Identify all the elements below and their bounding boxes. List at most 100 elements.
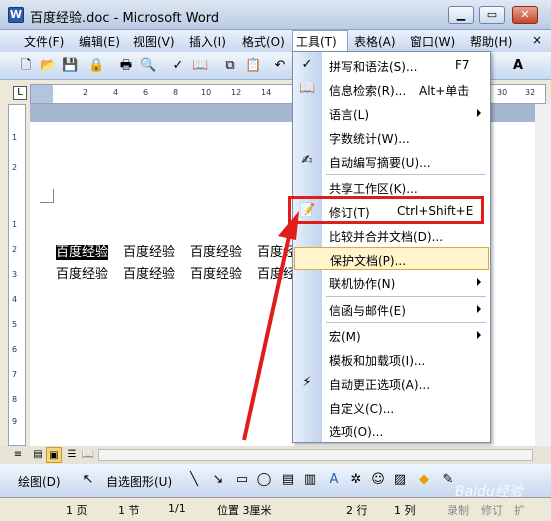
vertical-textbox-icon[interactable]: ▥	[302, 472, 318, 488]
menu-view[interactable]: 视图(V)	[131, 33, 177, 50]
menu-item-label: 自定义(C)...	[329, 402, 395, 416]
document-line-1[interactable]: 百度经验 百度经验 百度经验 百度经验	[56, 241, 324, 260]
menu-item-templates-addins[interactable]: 模板和加载项(I)...	[293, 348, 490, 371]
menu-item-label: 选项(O)...	[329, 425, 384, 439]
menu-item-protect-document[interactable]: 保护文档(P)...	[294, 247, 489, 270]
open-folder-icon[interactable]: 📂	[40, 58, 56, 74]
menu-item-research[interactable]: 📖 信息检索(R)... Alt+单击	[293, 78, 490, 101]
line-tool-icon[interactable]: ╲	[186, 472, 202, 488]
print-view-icon[interactable]: ▣	[46, 447, 62, 463]
font-size-icon[interactable]: A	[510, 58, 526, 74]
menu-window[interactable]: 窗口(W)	[408, 33, 457, 50]
select-objects-icon[interactable]: ↖	[80, 472, 96, 488]
ruler-tick: 32	[525, 88, 536, 97]
print-icon[interactable]: 🖶	[118, 58, 134, 74]
undo-icon[interactable]: ↶	[272, 58, 288, 74]
fill-color-icon[interactable]: ◆	[416, 472, 432, 488]
menu-tools[interactable]: 工具(T)	[292, 30, 348, 52]
vruler-tick: 3	[12, 270, 18, 279]
menu-separator	[326, 296, 486, 297]
menu-item-label: 模板和加载项(I)...	[329, 354, 426, 368]
minimize-button[interactable]: ▁	[448, 6, 474, 24]
web-view-icon[interactable]: ▤	[30, 447, 46, 463]
menu-item-autocorrect[interactable]: ⚡ 自动更正选项(A)...	[293, 372, 490, 395]
title-bar: W 百度经验.doc - Microsoft Word ▁ ▭ ✕	[0, 0, 551, 30]
diagram-icon[interactable]: ✲	[348, 472, 364, 488]
menu-item-shortcut: F7	[455, 58, 470, 72]
menu-item-autosummarize[interactable]: ✍ 自动编写摘要(U)...	[293, 150, 490, 173]
menu-item-customize[interactable]: 自定义(C)...	[293, 396, 490, 419]
maximize-button[interactable]: ▭	[479, 6, 505, 24]
document-line-2[interactable]: 百度经验 百度经验 百度经验 百度经验	[56, 263, 324, 282]
menu-help[interactable]: 帮助(H)	[468, 33, 514, 50]
vertical-ruler[interactable]: 1 2 1 2 3 4 5 6 7 8 9	[8, 104, 26, 446]
submenu-arrow-icon	[477, 331, 481, 339]
status-pages: 1/1	[168, 502, 186, 515]
textbox-tool-icon[interactable]: ▤	[280, 472, 296, 488]
menu-item-label: 保护文档(P)...	[330, 254, 407, 268]
normal-view-icon[interactable]: ≡	[10, 447, 26, 463]
line-color-icon[interactable]: ✎	[440, 472, 456, 488]
research-icon[interactable]: 📖	[192, 58, 208, 74]
menu-item-online-collaboration[interactable]: 联机协作(N)	[293, 271, 490, 294]
document-text[interactable]: 百度经验	[190, 245, 242, 260]
research-icon: 📖	[299, 81, 316, 96]
menu-item-shortcut: Alt+单击	[419, 84, 470, 98]
menu-item-spelling[interactable]: ✓ 拼写和语法(S)... F7	[293, 54, 490, 77]
autosummarize-icon: ✍	[301, 153, 313, 168]
reading-view-icon[interactable]: 📖	[80, 447, 96, 463]
tab-selector[interactable]: L	[13, 86, 27, 100]
menu-item-label: 联机协作(N)	[329, 277, 396, 291]
selected-text[interactable]: 百度经验	[56, 245, 109, 260]
arrow-tool-icon[interactable]: ↘	[210, 472, 226, 488]
document-text[interactable]: 百度经验	[123, 267, 175, 282]
oval-tool-icon[interactable]: ◯	[256, 472, 272, 488]
status-track-changes[interactable]: 修订	[481, 502, 503, 518]
permission-icon[interactable]: 🔒	[88, 58, 104, 74]
menu-item-language[interactable]: 语言(L)	[293, 102, 490, 125]
horizontal-scrollbar[interactable]	[98, 449, 533, 461]
menu-item-options[interactable]: 选项(O)...	[293, 419, 490, 442]
paste-icon[interactable]: 📋	[245, 58, 261, 74]
menu-item-label: 信息检索(R)...	[329, 84, 407, 98]
menu-item-word-count[interactable]: 字数统计(W)...	[293, 126, 490, 149]
document-text[interactable]: 百度经验	[190, 267, 242, 282]
menu-table[interactable]: 表格(A)	[352, 33, 398, 50]
menu-edit[interactable]: 编辑(E)	[77, 33, 122, 50]
menu-item-compare-merge[interactable]: 比较并合并文档(D)...	[293, 224, 490, 247]
rectangle-tool-icon[interactable]: ▭	[234, 472, 250, 488]
clipart-icon[interactable]: ☺	[370, 472, 386, 488]
copy-icon[interactable]: ⧉	[222, 58, 238, 74]
document-text[interactable]: 百度经验	[123, 245, 175, 260]
margin-corner-mark	[40, 189, 54, 203]
spelling-icon[interactable]: ✓	[170, 58, 186, 74]
wordart-icon[interactable]: A	[326, 472, 342, 488]
menu-close[interactable]: ×	[530, 33, 544, 47]
print-preview-icon[interactable]: 🔍	[140, 58, 156, 74]
submenu-arrow-icon	[477, 278, 481, 286]
vertical-scrollbar[interactable]	[535, 104, 551, 446]
draw-menu-button[interactable]: 绘图(D)	[18, 473, 61, 490]
picture-icon[interactable]: ▨	[392, 472, 408, 488]
autoshapes-button[interactable]: 自选图形(U)	[106, 473, 172, 490]
status-extend[interactable]: 扩	[514, 502, 525, 518]
word-app-icon: W	[8, 7, 24, 23]
menu-item-label: 语言(L)	[329, 108, 370, 122]
save-icon[interactable]: 💾	[62, 58, 78, 74]
vruler-tick: 9	[12, 417, 18, 426]
status-record[interactable]: 录制	[447, 502, 469, 518]
menu-insert[interactable]: 插入(I)	[187, 33, 228, 50]
vruler-tick: 5	[12, 320, 18, 329]
menu-item-macro[interactable]: 宏(M)	[293, 324, 490, 347]
vruler-tick: 1	[12, 220, 18, 229]
menu-item-letters-mailings[interactable]: 信函与邮件(E)	[293, 298, 490, 321]
document-text[interactable]: 百度经验	[56, 267, 108, 282]
menu-item-label: 拼写和语法(S)...	[329, 60, 418, 74]
menu-format[interactable]: 格式(O)	[240, 33, 287, 50]
outline-view-icon[interactable]: ☰	[64, 447, 80, 463]
menu-item-label: 共享工作区(K)...	[329, 182, 418, 196]
menu-file[interactable]: 文件(F)	[22, 33, 66, 50]
vruler-tick: 2	[12, 163, 18, 172]
new-document-icon[interactable]: 🗋	[18, 58, 34, 74]
close-button[interactable]: ✕	[512, 6, 538, 24]
